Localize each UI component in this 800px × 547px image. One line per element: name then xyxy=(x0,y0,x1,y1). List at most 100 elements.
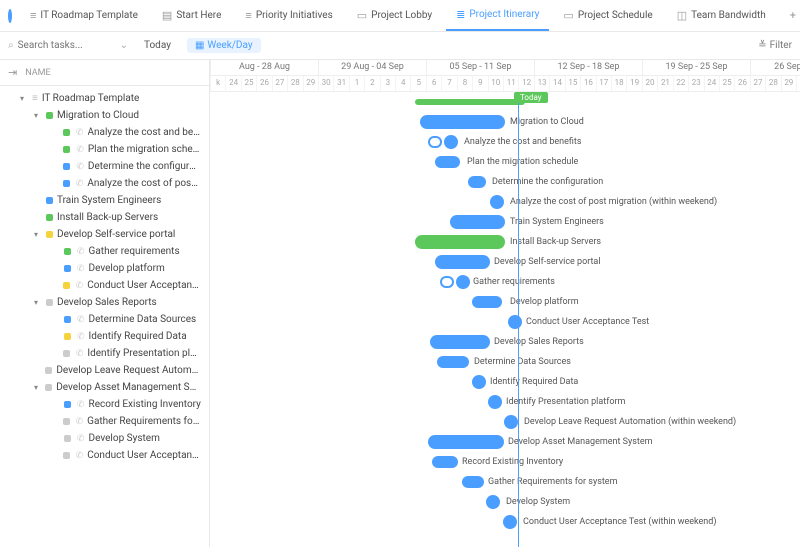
tree-label: Develop Sales Reports xyxy=(57,297,157,308)
tab-project-schedule[interactable]: ▭Project Schedule xyxy=(553,0,662,31)
filter-button[interactable]: ≚Filter xyxy=(758,40,792,51)
tree-item[interactable]: ▾Develop Self-service portal xyxy=(0,226,209,243)
tree-item[interactable]: ✆Conduct User Acceptance Test xyxy=(0,447,209,464)
tree-item[interactable]: ✆Plan the migration schedule xyxy=(0,141,209,158)
search-input[interactable] xyxy=(18,40,98,51)
tree-item[interactable]: ✆Develop System xyxy=(0,430,209,447)
phone-icon: ✆ xyxy=(77,315,85,325)
tree-item[interactable]: Install Back-up Servers xyxy=(0,209,209,226)
status-dot xyxy=(45,367,52,374)
gantt-bar[interactable] xyxy=(462,476,484,488)
tree-item[interactable]: ✆Conduct User Acceptance Test xyxy=(0,277,209,294)
tree-item[interactable]: ▾ Develop Sales Reports xyxy=(0,294,209,311)
tree-item[interactable]: Develop Leave Request Automation xyxy=(0,362,209,379)
tree-item[interactable]: ▾≡IT Roadmap Template xyxy=(0,90,209,107)
tree-item[interactable]: ▾ Migration to Cloud xyxy=(0,107,209,124)
caret-icon[interactable]: ▾ xyxy=(34,111,42,120)
gantt-label: Gather requirements xyxy=(473,277,555,287)
gantt-row: Develop platform xyxy=(210,292,800,312)
gantt-bar[interactable] xyxy=(503,515,517,529)
gantt-label: Identify Presentation platform xyxy=(506,397,625,407)
status-dot xyxy=(63,282,70,289)
week-header: 29 Aug - 04 Sep xyxy=(318,60,426,75)
tree-item[interactable]: ✆Identify Required Data xyxy=(0,328,209,345)
gantt-bar[interactable] xyxy=(508,315,522,329)
caret-icon[interactable]: ▾ xyxy=(20,94,28,103)
caret-icon[interactable]: ▾ xyxy=(34,298,42,307)
status-dot xyxy=(63,146,70,153)
tab-team-bandwidth[interactable]: ◫Team Bandwidth xyxy=(667,0,776,31)
tree-item[interactable]: ✆Analyze the cost and benefits xyxy=(0,124,209,141)
tree-item[interactable]: ✆Analyze the cost of post mig... xyxy=(0,175,209,192)
gantt-row: Develop Sales Reports xyxy=(210,332,800,352)
gantt-row: Determine the configuration xyxy=(210,172,800,192)
tree-item[interactable]: ✆Gather Requirements for syst... xyxy=(0,413,209,430)
gantt-bar[interactable] xyxy=(504,415,518,429)
gantt-chart: Migration to CloudAnalyze the cost and b… xyxy=(210,92,800,532)
list-icon: ≡ xyxy=(30,9,36,22)
gantt-bar[interactable] xyxy=(486,495,500,509)
today-button[interactable]: Today xyxy=(136,38,179,53)
tree-item[interactable]: ▾Develop Asset Management System xyxy=(0,379,209,396)
gantt-bar[interactable] xyxy=(468,176,486,188)
tab-icon: ≣ xyxy=(456,8,465,21)
app-logo-icon xyxy=(8,9,12,23)
tree-label: Migration to Cloud xyxy=(57,110,139,121)
gantt-bar[interactable] xyxy=(435,255,490,269)
caret-icon[interactable]: ▾ xyxy=(34,230,42,239)
tab-priority-initiatives[interactable]: ≡Priority Initiatives xyxy=(235,0,342,31)
gantt-bar[interactable] xyxy=(488,395,502,409)
tab-project-lobby[interactable]: ▭Project Lobby xyxy=(347,0,442,31)
gantt-bar[interactable] xyxy=(490,195,504,209)
status-dot xyxy=(63,129,70,136)
gantt-bar[interactable] xyxy=(420,115,505,129)
gantt-row: Analyze the cost of post migration (with… xyxy=(210,192,800,212)
doc-icon: ≡ xyxy=(32,93,38,104)
search-box[interactable]: ⌕ ⌄ xyxy=(8,40,128,51)
timeline[interactable]: Aug - 28 Aug29 Aug - 04 Sep05 Sep - 11 S… xyxy=(210,60,800,547)
gantt-bar[interactable] xyxy=(428,435,504,449)
tab-view[interactable]: +View xyxy=(780,0,800,31)
caret-icon[interactable]: ▾ xyxy=(34,383,41,392)
tree-item[interactable]: ✆Record Existing Inventory xyxy=(0,396,209,413)
tab-start-here[interactable]: ▤Start Here xyxy=(152,0,231,31)
gantt-bar[interactable] xyxy=(430,335,490,349)
collapse-icon[interactable]: ⇥ xyxy=(8,66,17,79)
gantt-bar[interactable] xyxy=(472,375,486,389)
status-dot xyxy=(46,231,53,238)
tree-item[interactable]: ✆Determine Data Sources xyxy=(0,311,209,328)
week-header: 12 Sep - 18 Sep xyxy=(534,60,642,75)
gantt-bar[interactable] xyxy=(472,296,502,308)
status-dot xyxy=(63,418,70,425)
gantt-row: Plan the migration schedule xyxy=(210,152,800,172)
timeline-weeks: Aug - 28 Aug29 Aug - 04 Sep05 Sep - 11 S… xyxy=(210,60,800,76)
gantt-bar[interactable] xyxy=(440,276,454,288)
tree-item[interactable]: ✆Identify Presentation platform xyxy=(0,345,209,362)
gantt-bar[interactable] xyxy=(450,215,505,229)
status-dot xyxy=(46,197,53,204)
tab-project-itinerary[interactable]: ≣Project Itinerary xyxy=(446,0,549,31)
gantt-bar[interactable] xyxy=(444,135,458,149)
weekday-button[interactable]: ▦Week/Day xyxy=(187,38,261,53)
tab-title[interactable]: ≡IT Roadmap Template xyxy=(20,0,148,31)
gantt-bar[interactable] xyxy=(456,275,470,289)
day-header: 26 xyxy=(734,76,749,91)
week-header: Aug - 28 Aug xyxy=(210,60,318,75)
gantt-bar[interactable] xyxy=(415,235,505,249)
gantt-bar[interactable] xyxy=(415,99,525,105)
sidebar: ⇥ NAME ▾≡IT Roadmap Template▾Migration t… xyxy=(0,60,210,547)
tree-item[interactable]: ✆Gather requirements xyxy=(0,243,209,260)
gantt-bar[interactable] xyxy=(437,356,469,368)
tree-item[interactable]: ✆Develop platform xyxy=(0,260,209,277)
tab-icon: ◫ xyxy=(677,9,687,22)
day-header: 29 xyxy=(781,76,796,91)
gantt-label: Develop System xyxy=(506,497,570,507)
gantt-bar[interactable] xyxy=(435,156,460,168)
tree-label: Identify Presentation platform xyxy=(87,348,201,359)
gantt-bar[interactable] xyxy=(428,136,442,148)
tree-item[interactable]: ✆Determine the configuration xyxy=(0,158,209,175)
chevron-down-icon[interactable]: ⌄ xyxy=(120,40,128,51)
gantt-label: Record Existing Inventory xyxy=(462,457,563,467)
gantt-bar[interactable] xyxy=(432,456,458,468)
tree-item[interactable]: Train System Engineers xyxy=(0,192,209,209)
